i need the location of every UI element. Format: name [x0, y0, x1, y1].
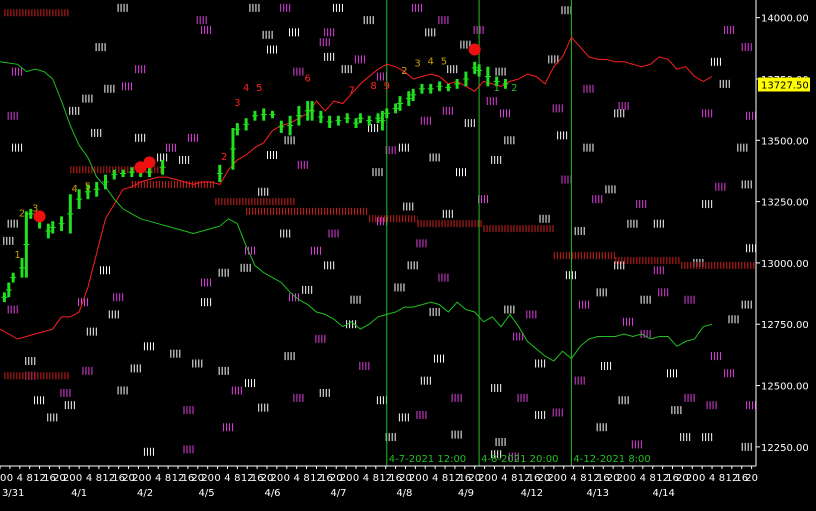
count-label: 4: [428, 56, 434, 67]
x-date-label: 4/5: [199, 488, 215, 499]
count-label: 9: [384, 81, 390, 92]
x-hour-label: 20: [340, 473, 353, 484]
x-hour-label: 20: [132, 473, 145, 484]
y-tick-label: 12750.00: [761, 320, 809, 331]
count-label: 5: [85, 181, 91, 192]
y-tick-label: 13250.00: [761, 198, 809, 209]
count-label: 7: [348, 86, 354, 97]
x-hour-label: 0: [491, 473, 497, 484]
x-hour-label: 20: [478, 473, 491, 484]
signal-dot: [468, 43, 481, 56]
x-date-label: 4/1: [71, 488, 87, 499]
x-date-label: 4/13: [587, 488, 609, 499]
marker-label: 4-12-2021 8:00: [573, 454, 650, 465]
count-label: 1: [493, 83, 499, 94]
chart-background: [0, 0, 816, 511]
marker-label: 4-7-2021 12:00: [389, 454, 466, 465]
x-date-label: 4/7: [330, 488, 346, 499]
x-hour-label: 0: [7, 473, 13, 484]
count-label: 2: [511, 83, 517, 94]
y-tick-label: 13000.00: [761, 259, 809, 270]
x-hour-label: 8: [96, 473, 102, 484]
x-hour-label: 8: [234, 473, 240, 484]
x-hour-label: 4: [570, 473, 576, 484]
x-hour-label: 8: [165, 473, 171, 484]
x-hour-label: 20: [201, 473, 214, 484]
x-hour-label: 4: [155, 473, 161, 484]
y-tick-label: 12500.00: [761, 382, 809, 393]
x-hour-label: 8: [719, 473, 725, 484]
x-hour-label: 20: [745, 473, 758, 484]
y-tick-label: 13500.00: [761, 136, 809, 147]
count-label: 2: [221, 152, 227, 163]
x-hour-label: 8: [26, 473, 32, 484]
price-chart: 4-7-2021 12:00 4-8-2021 20:00 4-12-2021 8:…: [0, 0, 816, 511]
x-hour-label: 20: [0, 473, 6, 484]
count-label: 3: [234, 98, 240, 109]
signal-dot: [143, 156, 156, 169]
count-label: 2: [401, 66, 407, 77]
x-hour-label: 4: [709, 473, 715, 484]
x-hour-label: 20: [547, 473, 560, 484]
x-hour-label: 8: [511, 473, 517, 484]
x-hour-label: 8: [650, 473, 656, 484]
x-date-label: 4/14: [652, 488, 674, 499]
x-hour-label: 4: [224, 473, 230, 484]
count-label: 6: [304, 73, 310, 84]
x-hour-label: 8: [580, 473, 586, 484]
count-label: 3: [32, 203, 38, 214]
x-hour-label: 4: [640, 473, 646, 484]
count-label: 5: [441, 56, 447, 67]
x-hour-label: 0: [630, 473, 636, 484]
x-hour-label: 8: [303, 473, 309, 484]
count-label: 5: [256, 83, 262, 94]
x-hour-label: 4: [501, 473, 507, 484]
x-hour-label: 0: [699, 473, 705, 484]
x-date-label: 4/6: [264, 488, 280, 499]
x-date-label: 4/12: [521, 488, 543, 499]
x-hour-label: 0: [76, 473, 82, 484]
x-date-label: 3/31: [2, 488, 24, 499]
x-hour-label: 0: [422, 473, 428, 484]
x-hour-label: 0: [353, 473, 359, 484]
x-hour-label: 0: [214, 473, 220, 484]
count-label: 8: [370, 81, 376, 92]
count-label: 3: [414, 59, 420, 70]
x-hour-label: 20: [271, 473, 284, 484]
count-label: 4: [243, 83, 249, 94]
x-hour-label: 4: [363, 473, 369, 484]
count-label: 2: [19, 208, 25, 219]
x-hour-label: 8: [442, 473, 448, 484]
x-hour-label: 0: [284, 473, 290, 484]
y-tick-label: 12250.00: [761, 443, 809, 454]
x-hour-label: 0: [561, 473, 567, 484]
x-date-label: 4/8: [396, 488, 412, 499]
count-label: 1: [14, 250, 20, 261]
y-tick-label: 14000.00: [761, 14, 809, 25]
x-hour-label: 4: [293, 473, 299, 484]
count-label: 4: [72, 184, 78, 195]
x-date-label: 4/9: [458, 488, 474, 499]
x-hour-label: 0: [145, 473, 151, 484]
x-hour-label: 8: [373, 473, 379, 484]
marker-label: 4-8-2021 20:00: [481, 454, 558, 465]
x-hour-label: 20: [409, 473, 422, 484]
x-hour-label: 20: [686, 473, 699, 484]
x-hour-label: 4: [432, 473, 438, 484]
x-hour-label: 20: [63, 473, 76, 484]
x-date-label: 4/2: [137, 488, 153, 499]
x-hour-label: 4: [86, 473, 92, 484]
x-hour-label: 4: [17, 473, 23, 484]
x-hour-label: 20: [617, 473, 630, 484]
last-price-label: 13727.50: [761, 80, 809, 91]
